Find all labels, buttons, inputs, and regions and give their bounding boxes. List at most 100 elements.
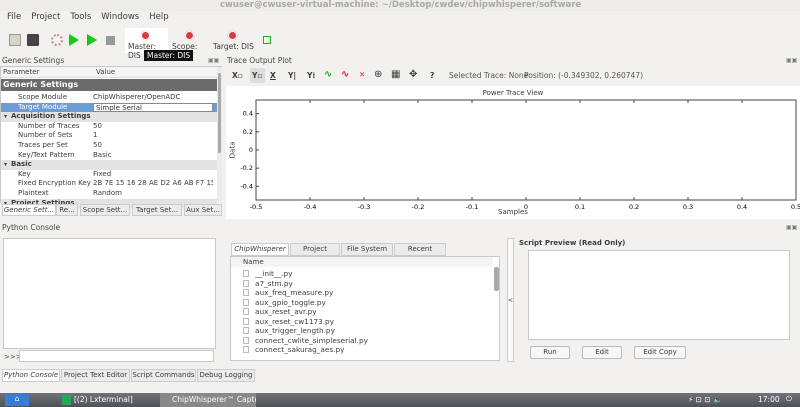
file-browser-tab[interactable]: File System [341,243,393,256]
param-name: Number of Sets [18,131,73,140]
tree-header: Parameter Value [1,67,217,78]
run-button[interactable]: Run [530,346,570,359]
file-name: aux_freq_measure.py [255,288,334,297]
plot-toolbar: X▫ Y▫ X Y| Y⁞ ∿ ∿ ✕ ⊕ ▦ ✥ ? Selected Tra… [228,68,798,84]
settings-tab[interactable]: Scope Sett... [80,204,130,216]
dock-float-close-icon[interactable]: ▣▣ [786,224,797,231]
menu-project[interactable]: Project [31,12,60,26]
move-icon[interactable]: ✥ [409,69,417,80]
connect-icon[interactable] [51,34,63,46]
file-scrollbar[interactable] [494,267,499,291]
menu-file[interactable]: File [7,12,21,26]
param-name: Number of Traces [18,121,80,130]
open-folder-icon[interactable] [9,34,21,46]
menu-help[interactable]: Help [149,12,168,26]
file-browser-tab[interactable]: Recent [394,243,446,256]
dock-float-close-icon[interactable]: ▣▣ [208,57,219,64]
clear-traces-icon[interactable]: ✕ [359,70,365,79]
y-lock-icon[interactable]: Y| [288,71,296,80]
show-trace-icon[interactable]: ∿ [324,69,332,80]
splitter-collapse-button[interactable]: < [507,238,514,362]
bottom-tab[interactable]: Project Text Editor [61,369,130,382]
file-item[interactable]: connect_sakurag_aes.py [243,345,344,355]
y-tick-label: -0.4 [240,182,253,190]
file-item[interactable]: __init__.py [243,269,292,279]
param-row[interactable]: Number of Sets 1 [1,131,217,141]
file-item[interactable]: connect_cwlite_simpleserial.py [243,336,368,346]
bottom-tab[interactable]: Python Console [2,369,60,382]
settings-tab[interactable]: Generic Sett... [2,204,56,216]
stop-icon[interactable] [106,36,115,45]
script-preview-text[interactable] [528,250,790,340]
param-row[interactable]: Traces per Set 50 [1,141,217,151]
window-title: cwuser@cwuser-virtual-machine: ~/Desktop… [220,0,582,10]
param-row[interactable]: Acquisition Settings ▾ [1,112,217,122]
x-axis-label: Samples [498,208,528,216]
settings-tab[interactable]: Aux Set... [184,204,222,216]
y-axis-label: Data [228,141,237,159]
expand-icon[interactable]: ▾ [4,160,7,170]
file-name: aux_reset_cw1173.py [255,316,335,326]
file-icon [243,289,249,296]
param-name: Scope Module [18,93,68,101]
menu-tools[interactable]: Tools [70,12,91,26]
target-status-button[interactable]: Target: DIS [212,28,254,53]
taskbar-terminal[interactable]: [(2) Lxterminal] [74,395,133,404]
console-input[interactable] [19,350,214,362]
capture-one-icon[interactable] [69,34,79,46]
check-icon[interactable] [263,36,271,44]
y-autoscale-icon[interactable]: Y▫ [250,68,265,83]
param-row[interactable]: Basic ▾ [1,160,217,170]
grid-icon[interactable]: ▦ [391,69,400,80]
file-item[interactable]: aux_reset_cw1173.py [243,317,334,327]
param-row[interactable]: Number of Traces 50 [1,122,217,132]
scrollbar[interactable] [217,67,222,203]
param-row[interactable]: Fixed Encryption Key 2B 7E 15 16 28 AE D2… [1,179,217,189]
col-name: Name [231,257,493,267]
help-icon[interactable]: ? [430,71,434,80]
file-item[interactable]: aux_trigger_length.py [243,326,335,336]
menu-windows[interactable]: Windows [101,12,139,26]
file-browser-tab[interactable]: Project [290,243,340,256]
expand-icon[interactable]: ▾ [4,112,7,122]
crosshair-icon[interactable]: ⊕ [374,69,382,80]
taskbar-chipwhisperer[interactable]: ChipWhisperer™ Captu... [160,393,256,407]
power-icon[interactable]: ⏻ [786,394,792,404]
file-icon [243,346,249,353]
tray-icons: ⚡ ⊡ ⊡ 🔈 [688,395,723,404]
dock-float-close-icon[interactable]: ▣▣ [786,57,797,64]
y-range-icon[interactable]: Y⁞ [307,71,315,80]
param-row[interactable]: Key/Text Pattern Basic [1,151,217,161]
x-autoscale-icon[interactable]: X▫ [232,71,243,80]
x-lock-icon[interactable]: X [270,71,276,80]
settings-tab[interactable]: Re... [56,204,78,216]
hide-trace-icon[interactable]: ∿ [341,69,349,80]
file-list: Name __init__.py a7_stm.py aux_freq_measur… [230,256,500,361]
taskbar: ⌂ [(2) Lxterminal] ChipWhisperer™ Captu.… [0,393,800,407]
start-menu-icon[interactable]: ⌂ [5,394,29,406]
capture-multi-icon[interactable] [87,34,97,46]
param-row[interactable]: Key Fixed [1,170,217,180]
param-row[interactable]: Plaintext Random [1,189,217,199]
param-row[interactable]: Scope Module ChipWhisperer/OpenADC [1,93,217,103]
param-name: Traces per Set [18,141,68,149]
file-item[interactable]: aux_freq_measure.py [243,288,333,298]
save-icon[interactable] [27,34,39,46]
file-item[interactable]: aux_reset_avr.py [243,307,317,317]
y-tick-label: 0.4 [243,110,253,118]
file-browser-tab[interactable]: ChipWhisperer [231,243,289,256]
edit-button[interactable]: Edit [582,346,622,359]
file-icon [243,336,249,344]
plot-area[interactable]: Power Trace View -0.5 -0.4 -0.3 -0.2 -0.1 0 0.… [226,86,800,219]
param-row[interactable]: Target Module Simple Serial [1,102,217,113]
target-module-select[interactable]: Simple Serial [93,102,213,112]
file-item[interactable]: a7_stm.py [243,279,293,289]
settings-tab[interactable]: Target Set... [132,204,182,216]
chart-svg: -0.5 -0.4 -0.3 -0.2 -0.1 0 0.1 0.2 0.3 0.4 0.50.40… [240,99,800,211]
console-output[interactable] [3,238,216,349]
bottom-tab[interactable]: Script Commands [131,369,196,382]
file-item[interactable]: aux_gpio_toggle.py [243,298,326,308]
selected-trace-label: Selected Trace: None [449,71,529,80]
edit-copy-button[interactable]: Edit Copy [634,346,686,359]
bottom-tab[interactable]: Debug Logging [197,369,255,382]
